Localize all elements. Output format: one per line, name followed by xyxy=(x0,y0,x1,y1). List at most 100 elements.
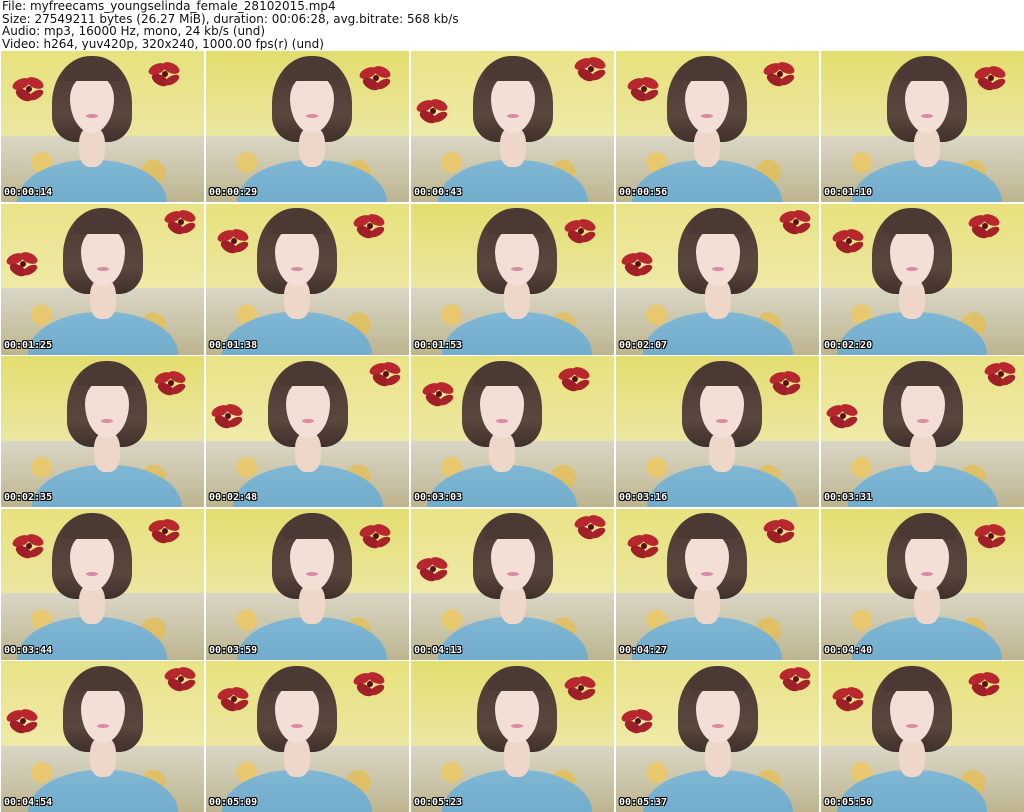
thumbnail-timestamp: 00:00:56 xyxy=(619,187,668,198)
person-lips xyxy=(506,571,519,576)
flower-decoration-icon xyxy=(12,534,44,559)
flower-decoration-icon xyxy=(769,371,801,396)
flower-decoration-icon xyxy=(164,667,196,692)
video-thumbnail: 00:00:14 xyxy=(1,51,204,202)
thumbnail-timestamp: 00:00:14 xyxy=(4,187,53,198)
flower-decoration-icon xyxy=(148,61,180,86)
flower-decoration-icon xyxy=(6,709,38,734)
audio-info-line: Audio: mp3, 16000 Hz, mono, 24 kb/s (und… xyxy=(2,24,266,38)
thumbnail-timestamp: 00:04:27 xyxy=(619,644,668,656)
flower-decoration-icon xyxy=(621,709,653,734)
thumbnail-timestamp: 00:01:38 xyxy=(209,339,258,351)
flower-decoration-icon xyxy=(627,534,659,559)
flower-decoration-icon xyxy=(217,686,249,711)
thumbnail-timestamp: 00:05:09 xyxy=(209,797,258,808)
thumbnail-timestamp: 00:05:23 xyxy=(414,797,463,808)
flower-decoration-icon xyxy=(164,209,196,234)
thumbnail-timestamp: 00:02:35 xyxy=(4,492,53,503)
flower-decoration-icon xyxy=(974,523,1006,548)
flower-decoration-icon xyxy=(359,66,391,91)
flower-decoration-icon xyxy=(574,57,606,82)
video-thumbnail: 00:04:54 xyxy=(1,661,204,812)
thumbnail-timestamp: 00:03:44 xyxy=(4,644,53,656)
video-info-line: Video: h264, yuv420p, 320x240, 1000.00 f… xyxy=(2,36,324,50)
flower-decoration-icon xyxy=(974,66,1006,91)
thumbnail-timestamp: 00:02:20 xyxy=(824,339,873,351)
video-thumbnail: 00:03:03 xyxy=(411,356,614,507)
person-lips xyxy=(906,266,919,271)
file-name-line: File: myfreecams_youngselinda_female_281… xyxy=(2,0,336,13)
flower-decoration-icon xyxy=(564,218,596,243)
flower-decoration-icon xyxy=(217,229,249,254)
video-thumbnail: 00:00:56 xyxy=(616,51,819,202)
thumbnail-grid: 00:00:14 00:00:29 00:00:43 00:00:56 00:01:10… xyxy=(0,51,1024,812)
flower-decoration-icon xyxy=(779,209,811,234)
flower-decoration-icon xyxy=(154,371,186,396)
flower-decoration-icon xyxy=(826,404,858,429)
flower-decoration-icon xyxy=(621,251,653,277)
thumbnail-timestamp: 00:05:37 xyxy=(619,797,668,808)
thumbnail-timestamp: 00:02:48 xyxy=(209,492,258,503)
video-thumbnail: 00:05:09 xyxy=(206,661,409,812)
video-thumbnail: 00:01:10 xyxy=(821,51,1024,202)
flower-decoration-icon xyxy=(968,214,1000,239)
thumbnail-timestamp: 00:03:31 xyxy=(824,492,873,503)
video-thumbnail: 00:02:20 xyxy=(821,203,1024,355)
thumbnail-timestamp: 00:00:29 xyxy=(209,187,258,198)
flower-decoration-icon xyxy=(416,99,448,124)
flower-decoration-icon xyxy=(422,381,454,406)
flower-decoration-icon xyxy=(353,671,385,696)
person-lips xyxy=(701,571,714,576)
person-lips xyxy=(305,571,318,576)
flower-decoration-icon xyxy=(564,676,596,701)
flower-decoration-icon xyxy=(369,362,401,387)
video-thumbnail: 00:00:43 xyxy=(411,51,614,202)
person-lips xyxy=(711,266,724,271)
flower-decoration-icon xyxy=(984,362,1016,387)
video-thumbnail: 00:00:29 xyxy=(206,51,409,202)
flower-decoration-icon xyxy=(359,523,391,548)
flower-decoration-icon xyxy=(627,76,659,101)
video-thumbnail: 00:03:44 xyxy=(1,508,204,660)
flower-decoration-icon xyxy=(558,366,590,391)
flower-decoration-icon xyxy=(763,519,795,544)
flower-decoration-icon xyxy=(12,76,44,101)
thumbnail-timestamp: 00:04:13 xyxy=(414,644,463,656)
flower-decoration-icon xyxy=(968,671,1000,696)
video-thumbnail: 00:05:23 xyxy=(411,661,614,812)
flower-decoration-icon xyxy=(353,214,385,239)
thumbnail-timestamp: 00:01:25 xyxy=(4,339,53,351)
thumbnail-timestamp: 00:02:07 xyxy=(619,339,668,351)
flower-decoration-icon xyxy=(832,686,864,711)
person-lips xyxy=(96,266,109,271)
flower-decoration-icon xyxy=(574,514,606,539)
thumbnail-timestamp: 00:00:43 xyxy=(414,187,463,198)
video-thumbnail: 00:01:25 xyxy=(1,203,204,355)
flower-decoration-icon xyxy=(211,404,243,429)
video-thumbnail: 00:03:59 xyxy=(206,508,409,660)
video-info-header: File: myfreecams_youngselinda_female_281… xyxy=(2,0,1022,50)
video-thumbnail: 00:03:16 xyxy=(616,356,819,507)
video-thumbnail: 00:01:38 xyxy=(206,203,409,355)
person-lips xyxy=(291,266,304,271)
person-lips xyxy=(86,571,99,576)
thumbnail-timestamp: 00:03:16 xyxy=(619,492,668,503)
thumbnail-timestamp: 00:05:50 xyxy=(824,797,873,808)
flower-decoration-icon xyxy=(416,556,448,582)
video-thumbnail: 00:02:35 xyxy=(1,356,204,507)
flower-decoration-icon xyxy=(763,61,795,86)
video-thumbnail: 00:01:53 xyxy=(411,203,614,355)
thumbnail-timestamp: 00:04:40 xyxy=(824,644,873,656)
video-thumbnail: 00:02:07 xyxy=(616,203,819,355)
flower-decoration-icon xyxy=(779,667,811,692)
video-thumbnail: 00:03:31 xyxy=(821,356,1024,507)
flower-decoration-icon xyxy=(832,229,864,254)
video-thumbnail: 00:04:13 xyxy=(411,508,614,660)
thumbnail-timestamp: 00:03:59 xyxy=(209,644,258,656)
person-lips xyxy=(920,571,933,576)
person-lips xyxy=(510,266,523,271)
thumbnail-timestamp: 00:03:03 xyxy=(414,492,463,503)
video-thumbnail: 00:02:48 xyxy=(206,356,409,507)
thumbnail-timestamp: 00:04:54 xyxy=(4,797,53,808)
flower-decoration-icon xyxy=(6,251,38,277)
